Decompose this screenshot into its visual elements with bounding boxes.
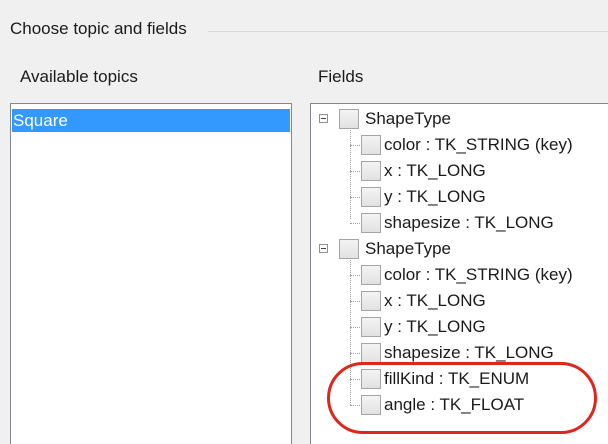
field-checkbox[interactable] xyxy=(361,291,381,311)
group-title: Choose topic and fields xyxy=(10,19,187,38)
field-node[interactable]: y : TK_LONG xyxy=(311,314,607,340)
minus-expander-icon[interactable] xyxy=(319,114,328,123)
available-topics-label: Available topics xyxy=(20,67,138,86)
fields-tree[interactable]: ShapeType color : TK_STRING (key) x : TK… xyxy=(310,103,608,444)
field-checkbox[interactable] xyxy=(361,187,381,207)
field-checkbox[interactable] xyxy=(361,265,381,285)
field-label: y : TK_LONG xyxy=(384,187,486,206)
field-node[interactable]: shapesize : TK_LONG xyxy=(311,340,607,366)
field-label: x : TK_LONG xyxy=(384,161,486,180)
field-node[interactable]: angle : TK_FLOAT xyxy=(311,392,607,418)
tree-node-label: ShapeType xyxy=(365,109,452,128)
tree-node-shapetype[interactable]: ShapeType xyxy=(311,106,607,132)
field-node[interactable]: fillKind : TK_ENUM xyxy=(311,366,607,392)
tree-node-shapetype[interactable]: ShapeType xyxy=(311,236,607,262)
shapetype-checkbox[interactable] xyxy=(339,109,359,129)
field-node[interactable]: x : TK_LONG xyxy=(311,288,607,314)
minus-expander-icon[interactable] xyxy=(319,244,328,253)
field-checkbox[interactable] xyxy=(361,369,381,389)
field-checkbox[interactable] xyxy=(361,213,381,233)
field-checkbox[interactable] xyxy=(361,135,381,155)
field-node[interactable]: color : TK_STRING (key) xyxy=(311,132,607,158)
field-node[interactable]: shapesize : TK_LONG xyxy=(311,210,607,236)
field-label: fillKind : TK_ENUM xyxy=(384,369,530,388)
field-checkbox[interactable] xyxy=(361,343,381,363)
field-checkbox[interactable] xyxy=(361,317,381,337)
field-node[interactable]: color : TK_STRING (key) xyxy=(311,262,607,288)
field-label: color : TK_STRING (key) xyxy=(384,135,573,154)
field-node[interactable]: x : TK_LONG xyxy=(311,158,607,184)
field-label: shapesize : TK_LONG xyxy=(384,213,554,232)
topic-item-square[interactable]: Square xyxy=(12,109,290,132)
fields-label: Fields xyxy=(318,67,364,86)
field-checkbox[interactable] xyxy=(361,395,381,415)
field-node[interactable]: y : TK_LONG xyxy=(311,184,607,210)
field-label: angle : TK_FLOAT xyxy=(384,395,525,414)
field-checkbox[interactable] xyxy=(361,161,381,181)
field-label: shapesize : TK_LONG xyxy=(384,343,554,362)
field-label: y : TK_LONG xyxy=(384,317,486,336)
group-divider xyxy=(208,31,608,32)
tree-node-label: ShapeType xyxy=(365,239,452,258)
field-label: color : TK_STRING (key) xyxy=(384,265,573,284)
available-topics-list[interactable]: Square xyxy=(10,103,292,444)
shapetype-checkbox[interactable] xyxy=(339,239,359,259)
field-label: x : TK_LONG xyxy=(384,291,486,310)
